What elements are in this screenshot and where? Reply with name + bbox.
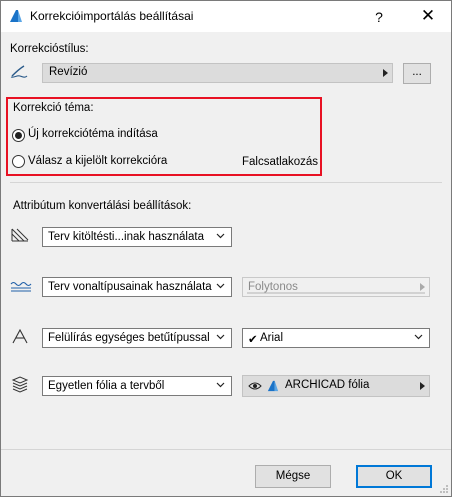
new-topic-label[interactable]: Új korrekciótéma indítása	[28, 128, 158, 140]
new-topic-radio[interactable]	[12, 129, 25, 142]
triangle-right-icon	[383, 69, 388, 77]
font-conversion-select[interactable]: Felülírás egységes betűtípussal	[42, 328, 232, 348]
reply-topic-label[interactable]: Válasz a kijelölt korrekcióra	[28, 155, 167, 167]
fill-conversion-select[interactable]: Terv kitöltésti...inak használata	[42, 227, 232, 247]
chevron-down-icon	[414, 334, 423, 340]
chevron-down-icon	[216, 233, 225, 239]
ok-button[interactable]: OK	[356, 465, 432, 488]
resize-grip-icon[interactable]	[439, 484, 449, 494]
triangle-right-icon	[420, 382, 425, 390]
chevron-down-icon	[216, 382, 225, 388]
line-preview	[247, 292, 425, 294]
layer-conversion-value: Egyetlen fólia a tervből	[48, 380, 165, 392]
revision-style-value: Revízió	[49, 66, 88, 78]
chevron-down-icon	[216, 283, 225, 289]
eye-icon	[248, 382, 262, 390]
radio-selected-dot	[15, 132, 22, 139]
archicad-app-icon	[10, 10, 22, 22]
dialog-window: Korrekcióimportálás beállításai ? ✕ Korr…	[0, 0, 452, 497]
selected-topic-name: Falcsatlakozás	[242, 156, 319, 168]
line-conversion-select[interactable]: Terv vonaltípusainak használata	[42, 277, 232, 297]
title-bar: Korrekcióimportálás beállításai ? ✕	[1, 1, 451, 32]
cancel-button[interactable]: Mégse	[255, 465, 331, 488]
browse-style-button[interactable]: ...	[403, 63, 431, 84]
dialog-body: Korrekcióstílus: Revízió ... Korrekció t…	[1, 32, 451, 496]
checkmark-icon: ✔	[248, 334, 258, 346]
fill-conversion-value: Terv kitöltésti...inak használata	[48, 231, 204, 243]
chevron-down-icon	[216, 334, 225, 340]
layer-value: ARCHICAD fólia	[285, 379, 370, 391]
topic-section-label: Korrekció téma:	[13, 102, 94, 114]
window-title: Korrekcióimportálás beállításai	[30, 9, 194, 23]
help-button[interactable]: ?	[369, 7, 389, 27]
font-icon	[12, 329, 28, 344]
attributes-section-label: Attribútum konvertálási beállítások:	[13, 200, 192, 212]
line-type-icon	[10, 281, 32, 292]
revision-style-selector[interactable]: Revízió	[42, 63, 393, 83]
layers-icon	[11, 376, 29, 393]
line-conversion-value: Terv vonaltípusainak használata	[48, 281, 212, 293]
font-conversion-value: Felülírás egységes betűtípussal	[48, 332, 210, 344]
reply-topic-radio[interactable]	[12, 155, 25, 168]
pen-icon	[10, 65, 28, 78]
layer-selector[interactable]: ARCHICAD fólia	[242, 375, 430, 397]
archicad-layer-icon	[267, 380, 279, 392]
fill-icon	[11, 228, 29, 242]
section-divider	[10, 182, 442, 183]
footer-divider	[1, 449, 451, 450]
layer-conversion-select[interactable]: Egyetlen fólia a tervből	[42, 376, 232, 396]
style-section-label: Korrekcióstílus:	[10, 43, 89, 55]
font-family-select[interactable]: ✔ Arial	[242, 328, 430, 348]
close-button[interactable]: ✕	[416, 5, 440, 27]
font-family-value: Arial	[260, 332, 284, 344]
triangle-right-icon	[420, 283, 425, 291]
line-type-select: Folytonos	[242, 277, 430, 297]
